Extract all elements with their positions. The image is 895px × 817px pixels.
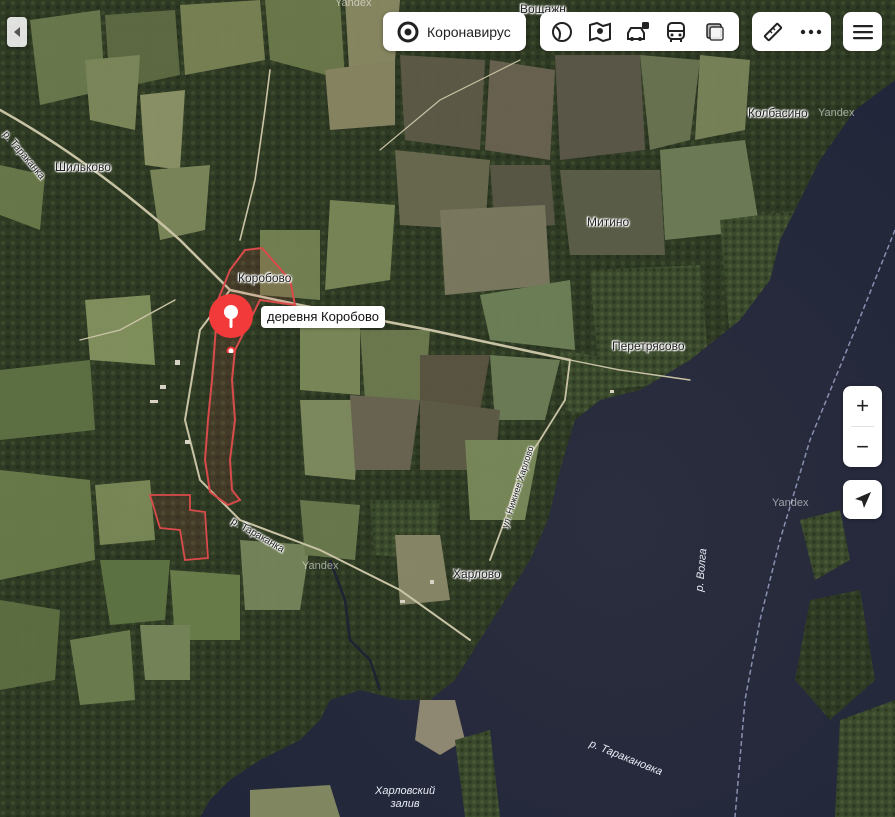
settlement-label: Шильково [55,160,111,174]
locate-arrow-icon [854,491,871,508]
main-menu-button[interactable] [843,12,882,51]
satellite-layer-button[interactable] [544,14,579,49]
traffic-icon [626,21,649,41]
hamburger-menu-icon [852,24,873,39]
zoom-out-button[interactable]: − [843,427,882,467]
settlement-label: Колбасино [748,106,808,120]
collapse-panel-button[interactable] [7,17,27,47]
traffic-button[interactable] [620,14,655,49]
settlement-label: Харлово [453,567,501,581]
map-pin-icon [209,294,253,356]
zoom-control: + − [843,386,882,467]
more-dots-icon [800,29,821,34]
search-result-label[interactable]: деревня Коробово [261,306,385,328]
coronavirus-button[interactable]: Коронавирус [383,12,526,51]
zoom-in-button[interactable]: + [843,386,882,426]
more-button[interactable] [793,14,828,49]
map-type-icon [705,22,724,41]
panorama-button[interactable] [582,14,617,49]
tools-toolbar [752,12,831,51]
satellite-layer-icon [551,21,572,42]
settlement-label: Коробово [238,271,292,285]
search-result-pin[interactable] [208,293,254,356]
yandex-watermark: Yandex [818,107,855,119]
layers-toolbar [540,12,739,51]
target-circle-icon [397,21,419,42]
yandex-watermark: Yandex [335,0,372,9]
shore-south [250,785,340,817]
yandex-watermark: Yandex [772,497,809,509]
transit-button[interactable] [658,14,693,49]
settlement-label: Митино [587,215,630,229]
settlement-label: Перетрясово [612,339,685,353]
satellite-map[interactable] [0,0,895,817]
transit-icon [666,21,685,42]
coronavirus-label: Коронавирус [427,23,511,40]
ruler-icon [763,22,782,41]
panorama-icon [588,21,611,42]
yandex-watermark: Yandex [302,560,339,572]
water-label: Харловский залив [375,785,436,810]
ruler-button[interactable] [755,14,790,49]
my-location-button[interactable] [843,480,882,519]
chevron-left-icon [14,27,20,37]
map-type-button[interactable] [697,14,732,49]
